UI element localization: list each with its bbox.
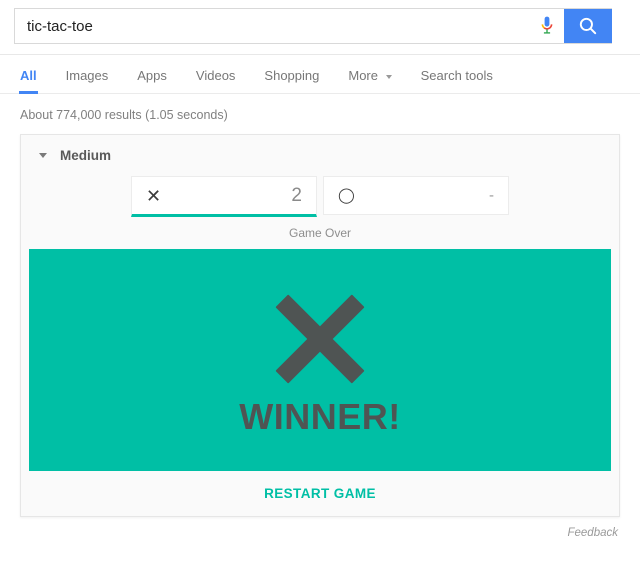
tab-search-tools[interactable]: Search tools xyxy=(421,68,493,93)
tab-images[interactable]: Images xyxy=(66,68,109,93)
difficulty-label[interactable]: Medium xyxy=(60,148,111,163)
microphone-icon[interactable] xyxy=(530,9,564,43)
tab-images-label: Images xyxy=(65,68,109,83)
search-input[interactable] xyxy=(15,9,530,43)
score-value-x: 2 xyxy=(291,185,302,206)
search-button[interactable] xyxy=(564,9,612,43)
game-board-panel[interactable]: WINNER! xyxy=(29,249,611,471)
game-status-text: Game Over xyxy=(288,226,351,240)
search-nav-tabs: All Images Apps Videos Shopping More Sea… xyxy=(0,55,640,94)
winner-x-mark-icon xyxy=(266,285,374,393)
difficulty-selector[interactable]: Medium xyxy=(21,135,619,175)
x-mark-icon: ✕ xyxy=(146,185,162,206)
tab-shopping[interactable]: Shopping xyxy=(264,68,319,93)
chevron-down-icon[interactable] xyxy=(39,152,47,158)
tab-apps-label: Apps xyxy=(137,68,167,83)
feedback-row: Feedback xyxy=(0,517,640,541)
search-icon xyxy=(579,17,597,35)
tab-more-label: More xyxy=(348,68,378,83)
feedback-link[interactable]: Feedback xyxy=(567,527,618,539)
search-box[interactable] xyxy=(14,8,612,44)
o-mark-icon: ◯ xyxy=(338,187,355,204)
score-card-x[interactable]: ✕ 2 xyxy=(131,176,317,217)
tab-apps[interactable]: Apps xyxy=(137,68,167,93)
tab-all[interactable]: All xyxy=(19,68,38,94)
score-card-o[interactable]: ◯ - xyxy=(323,176,509,215)
microphone-glyph xyxy=(541,16,553,34)
tab-shopping-label: Shopping xyxy=(264,68,320,83)
tab-all-label: All xyxy=(20,68,37,83)
tic-tac-toe-game-card: Medium ✕ 2 ◯ - Game Over WINNER! RESTART… xyxy=(20,134,620,517)
score-value-o: - xyxy=(489,187,494,204)
restart-game-button[interactable]: RESTART GAME xyxy=(21,471,619,516)
score-row: ✕ 2 ◯ - xyxy=(21,175,619,217)
chevron-down-icon xyxy=(385,74,392,79)
tab-videos[interactable]: Videos xyxy=(196,68,236,93)
result-stats: About 774,000 results (1.05 seconds) xyxy=(20,108,228,122)
tab-more[interactable]: More xyxy=(348,68,392,93)
restart-game-label: RESTART GAME xyxy=(264,486,376,501)
winner-text: WINNER! xyxy=(239,396,401,437)
tab-search-tools-label: Search tools xyxy=(420,68,493,83)
tab-videos-label: Videos xyxy=(195,68,236,83)
search-header xyxy=(0,0,640,55)
